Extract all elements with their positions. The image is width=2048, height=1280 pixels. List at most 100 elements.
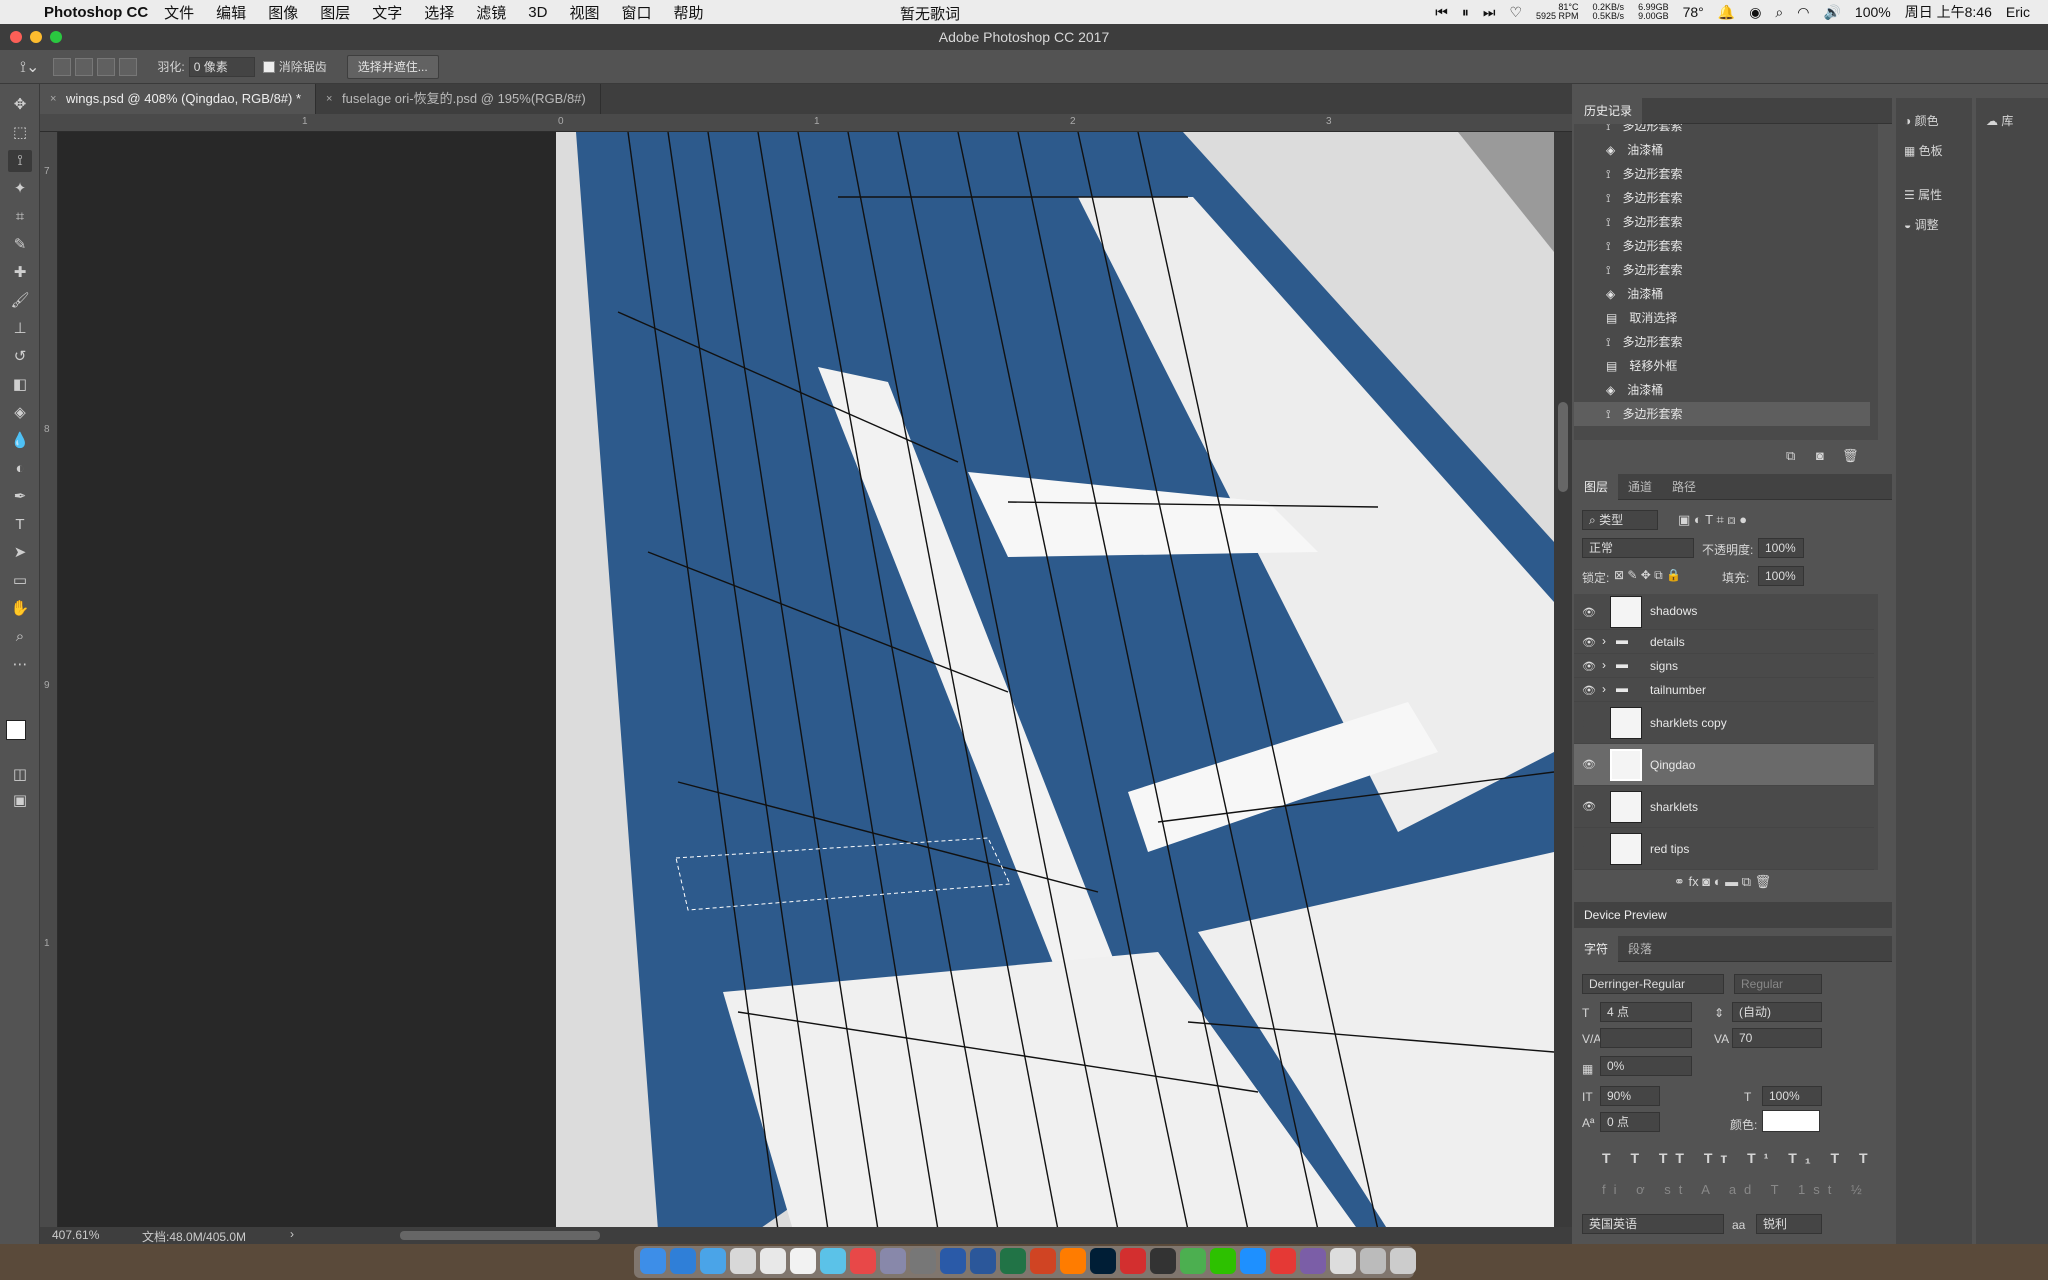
history-item[interactable]: ◈ 油漆桶 [1582,282,1878,306]
zoom-window-button[interactable] [50,31,62,43]
history-item[interactable]: ⟟ 多边形套索 [1582,234,1878,258]
volume-icon[interactable]: 🔊 [1823,4,1840,21]
tab-channels[interactable]: 通道 [1618,474,1662,500]
layer-footer-icons[interactable]: ⚭ fx ◙ ◐ ▬ ⧉ 🗑 [1674,874,1771,890]
layer-row-details[interactable]: 👁 › ▬ details [1574,630,1874,654]
expand-chevron-icon[interactable]: › [1602,658,1606,672]
memory-status[interactable]: 6.99GB 9.00GB [1638,3,1669,21]
history-item[interactable]: ⟟ 多边形套索 [1582,124,1878,138]
horizontal-ruler[interactable]: 1 0 1 2 3 [40,114,1572,132]
blend-mode-select[interactable]: 正常 [1582,538,1694,558]
eye-hidden-icon[interactable]: ▢ [1582,716,1596,729]
document-canvas[interactable] [58,132,1554,1230]
antialias-select[interactable]: 锐利 [1756,1214,1822,1234]
tab-paths[interactable]: 路径 [1662,474,1706,500]
eye-icon[interactable]: 👁 [1582,660,1596,673]
calendar-icon[interactable] [760,1248,786,1274]
opacity-input[interactable]: 100% [1758,538,1804,558]
history-item[interactable]: ▤ 取消选择 [1582,306,1878,330]
hand-tool-icon[interactable]: ✋ [8,598,32,620]
baseline-shift-input[interactable]: 0 点 [1600,1112,1660,1132]
trash-icon[interactable] [1390,1248,1416,1274]
layer-row-tailnumber[interactable]: 👁 › ▬ tailnumber [1574,678,1874,702]
lock-icons[interactable]: ⊠ ✎ ✥ ⧉ 🔒 [1614,568,1681,583]
datetime[interactable]: 周日 上午8:46 [1905,2,1992,22]
tab-character[interactable]: 字符 [1574,935,1619,962]
color-panel-button[interactable]: ◑ 颜色 [1904,112,1939,129]
wechat-icon[interactable] [1210,1248,1236,1274]
crop-tool-icon[interactable]: ⌗ [8,206,32,228]
netease-music-icon[interactable] [1270,1248,1296,1274]
history-list[interactable]: ⟟ 多边形套索 ◈ 油漆桶 ⟟ 多边形套索 ⟟ 多边形套索 ⟟ 多边形套索 ⟟ 多边形套索 … [1574,124,1878,440]
lasso-tool-icon[interactable]: ⟟ [8,150,32,172]
font-style-select[interactable]: Regular [1734,974,1822,994]
menu-help[interactable]: 帮助 [673,2,703,23]
tsume-input[interactable]: 0% [1600,1056,1692,1076]
minimize-window-button[interactable] [30,31,42,43]
magic-wand-icon[interactable]: ✦ [8,178,32,200]
layers-list[interactable]: 👁 shadows 👁 › ▬ details 👁 › ▬ signs 👁 › … [1574,594,1878,870]
rectangle-tool-icon[interactable]: ▭ [8,570,32,592]
folder-icon[interactable] [1360,1248,1386,1274]
history-item[interactable]: ⟟ 多边形套索 [1582,186,1878,210]
user-name[interactable]: Eric [2006,4,2030,20]
menu-filter[interactable]: 滤镜 [476,2,506,23]
add-selection-button[interactable] [75,57,94,76]
paint-bucket-icon[interactable]: ◈ [8,402,32,424]
swatches-panel-button[interactable]: ▦ 色板 [1904,142,1943,159]
layer-row-sharklets[interactable]: 👁 sharklets [1574,786,1874,828]
new-snapshot-icon[interactable]: ◙ [1816,448,1824,463]
wifi-icon[interactable]: ◠ [1797,4,1809,21]
menu-view[interactable]: 视图 [569,2,599,23]
cpu-temp[interactable]: 81°C 5925 RPM [1536,3,1579,21]
eye-hidden-icon[interactable]: ▢ [1582,842,1596,855]
libraries-panel-button[interactable]: ☁ 库 [1986,112,2013,129]
select-and-mask-button[interactable]: 选择并遮住... [346,54,439,79]
tab-history[interactable]: 历史记录 [1574,97,1643,124]
menu-select[interactable]: 选择 [424,2,454,23]
leading-input[interactable]: (自动) [1732,1002,1822,1022]
kerning-input[interactable] [1600,1028,1692,1048]
screen-mode-icon[interactable]: ▣ [8,790,32,812]
horizontal-scrollbar[interactable] [400,1231,600,1240]
chrome-icon[interactable] [850,1248,876,1274]
marquee-tool-icon[interactable]: ⬚ [8,122,32,144]
layer-row-sharklets-copy[interactable]: ▢ sharklets copy [1574,702,1874,744]
menu-3d[interactable]: 3D [528,4,547,21]
tab-layers[interactable]: 图层 [1574,473,1619,500]
foreground-color-swatch[interactable] [6,720,26,740]
status-arrow-icon[interactable]: › [290,1227,294,1241]
close-tab-icon[interactable]: × [326,84,332,114]
quick-mask-icon[interactable]: ◫ [8,764,32,786]
healing-brush-icon[interactable]: ✚ [8,262,32,284]
menu-file[interactable]: 文件 [164,2,194,23]
excel-icon[interactable] [1000,1248,1026,1274]
history-item[interactable]: ▤ 轻移外框 [1582,354,1878,378]
adjustments-panel-button[interactable]: ◒ 调整 [1904,216,1939,233]
heart-icon[interactable]: ♡ [1509,4,1522,21]
menu-window[interactable]: 窗口 [621,2,651,23]
close-tab-icon[interactable]: × [50,84,56,114]
eyedropper-icon[interactable]: ✎ [8,234,32,256]
menu-image[interactable]: 图像 [268,2,298,23]
vertical-ruler[interactable]: 7 8 9 1 [40,132,58,1230]
layer-row-signs[interactable]: 👁 › ▬ signs [1574,654,1874,678]
fill-input[interactable]: 100% [1758,566,1804,586]
feather-input[interactable]: 0 像素 [188,56,255,77]
close-window-button[interactable] [10,31,22,43]
eye-icon[interactable]: 👁 [1582,684,1596,697]
layer-filter-select[interactable]: ⌕ 类型 [1582,510,1658,530]
app-icon[interactable] [1120,1248,1146,1274]
eye-icon[interactable]: 👁 [1582,636,1596,649]
eye-icon[interactable]: 👁 [1582,758,1596,771]
app-icon[interactable] [910,1248,936,1274]
app-icon[interactable] [700,1248,726,1274]
qq-icon[interactable] [1150,1248,1176,1274]
vertical-scale-input[interactable]: 90% [1600,1086,1660,1106]
safari-icon[interactable] [670,1248,696,1274]
canvas-vertical-scrollbar[interactable] [1554,132,1572,1230]
zoom-level[interactable]: 407.61% [52,1228,99,1242]
delete-state-icon[interactable]: 🗑 [1842,448,1859,464]
device-preview-panel[interactable]: Device Preview [1574,902,1892,928]
path-select-icon[interactable]: ➤ [8,542,32,564]
